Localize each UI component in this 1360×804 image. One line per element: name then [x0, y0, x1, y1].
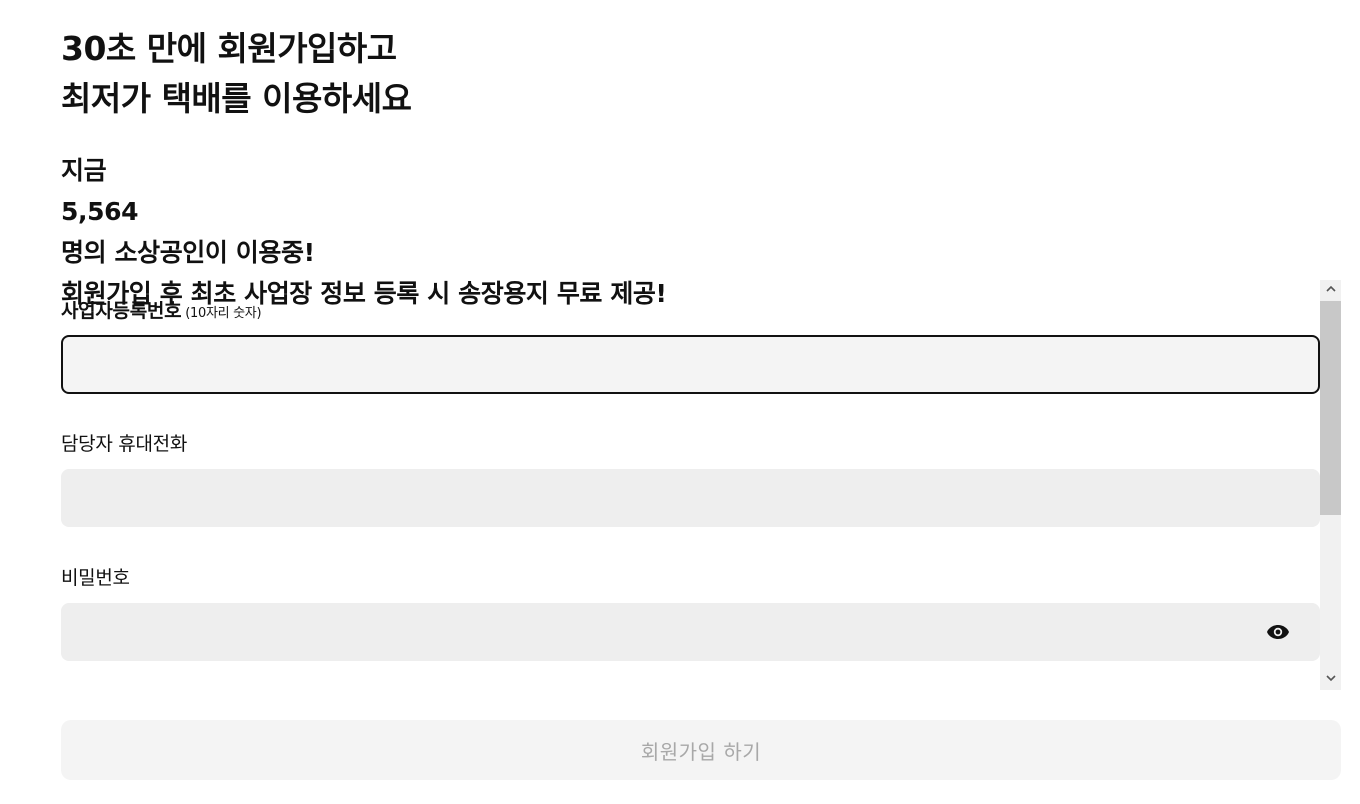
- promo-line-1: 지금 5,564 명의 소상공인이 이용중!: [61, 150, 667, 273]
- eye-icon[interactable]: [1266, 624, 1290, 640]
- chevron-up-icon: [1325, 285, 1336, 292]
- phone-label: 담당자 휴대전화: [61, 433, 188, 455]
- business-number-label-text: 사업자등록번호: [61, 300, 182, 322]
- headline-line-1: 30초 만에 회원가입하고: [61, 29, 397, 68]
- business-number-input[interactable]: [61, 335, 1320, 394]
- scroll-down-arrow[interactable]: [1320, 670, 1341, 690]
- page-title: 30초 만에 회원가입하고 최저가 택배를 이용하세요: [61, 24, 412, 124]
- scroll-up-arrow[interactable]: [1320, 280, 1341, 300]
- scroll-thumb[interactable]: [1320, 301, 1341, 515]
- user-count: 5,564: [61, 197, 139, 226]
- phone-input[interactable]: [61, 469, 1320, 527]
- chevron-down-icon: [1325, 675, 1336, 682]
- signup-submit-button[interactable]: 회원가입 하기: [61, 720, 1341, 780]
- signup-page: 30초 만에 회원가입하고 최저가 택배를 이용하세요 지금 5,564 명의 소…: [0, 0, 1360, 804]
- headline-line-2: 최저가 택배를 이용하세요: [61, 79, 412, 118]
- password-field[interactable]: [61, 603, 1320, 661]
- business-number-label: 사업자등록번호 (10자리 숫자): [61, 296, 262, 323]
- signup-form[interactable]: 사업자등록번호 (10자리 숫자) 담당자 휴대전화 비밀번호: [61, 280, 1341, 690]
- password-label: 비밀번호: [61, 567, 130, 589]
- business-number-hint: (10자리 숫자): [185, 306, 262, 321]
- form-scrollbar[interactable]: [1320, 280, 1341, 690]
- promo-suffix: 명의 소상공인이 이용중!: [61, 238, 315, 267]
- promo-prefix: 지금: [61, 156, 107, 185]
